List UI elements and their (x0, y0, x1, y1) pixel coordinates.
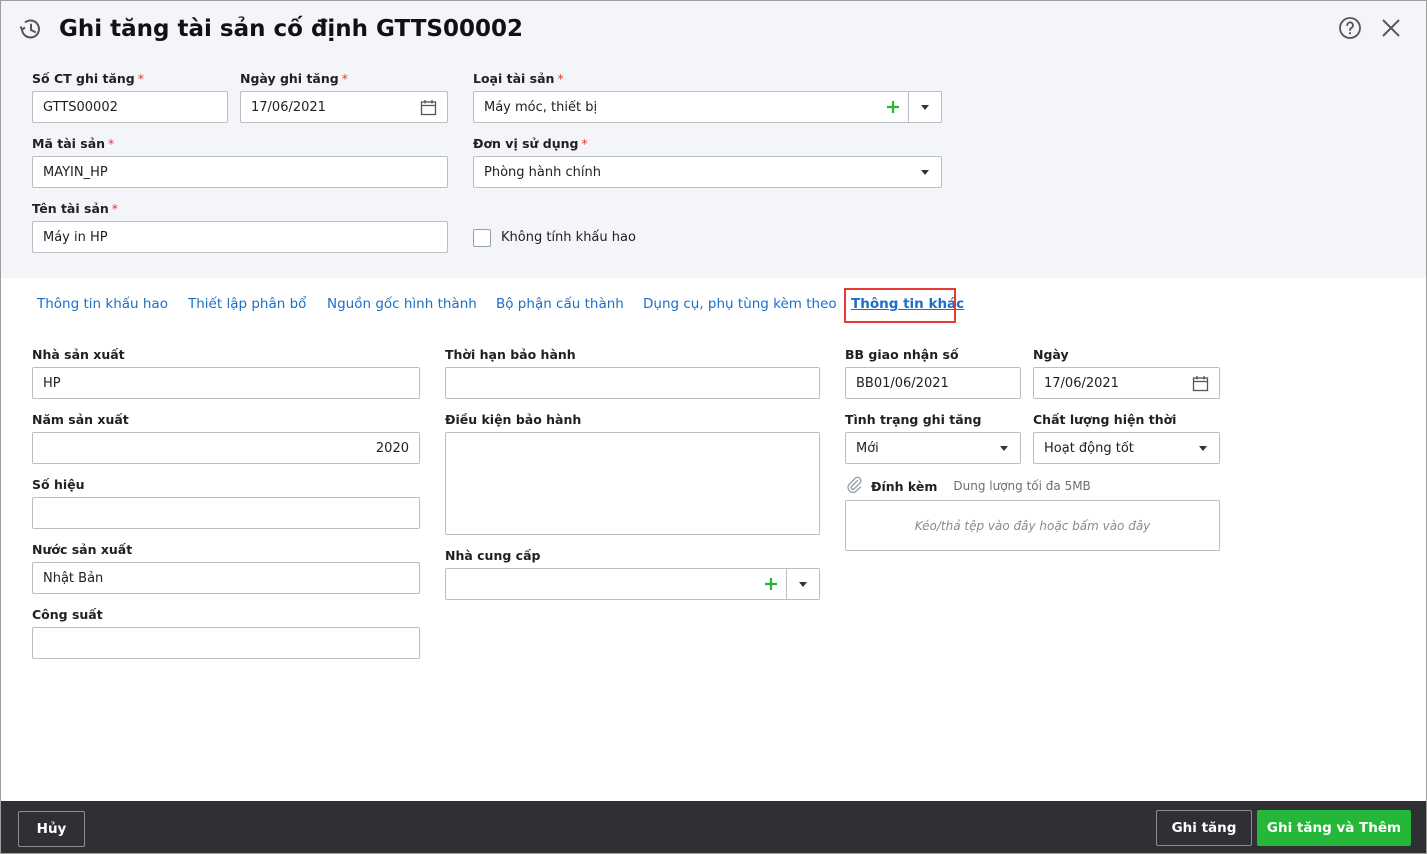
nam-san-xuat-value: 2020 (375, 440, 409, 456)
caret-down-icon[interactable] (988, 433, 1020, 463)
cong-suat-input[interactable] (32, 627, 420, 659)
dieu-kien-bao-hanh-label: Điều kiện bảo hành (445, 412, 582, 427)
nha-san-xuat-value: HP (43, 375, 61, 391)
thoi-han-bao-hanh-input[interactable] (445, 367, 820, 399)
tab-nguon-goc-hinh-thanh[interactable]: Nguồn gốc hình thành (327, 296, 477, 312)
attachment-row: Đính kèm Dung lượng tối đa 5MB (845, 476, 1091, 496)
paperclip-icon (845, 475, 863, 497)
don-vi-su-dung-value: Phòng hành chính (484, 164, 601, 180)
dropzone-text: Kéo/thả tệp vào đây hoặc bấm vào đây (914, 518, 1151, 533)
plus-icon[interactable] (756, 569, 786, 599)
caret-down-icon[interactable] (909, 92, 941, 122)
so-ct-label: Số CT ghi tăng * (32, 71, 144, 86)
bb-giao-nhan-so-input[interactable]: BB01/06/2021 (845, 367, 1021, 399)
caret-down-icon[interactable] (787, 569, 819, 599)
ngay-ghi-tang-label: Ngày ghi tăng * (240, 71, 348, 86)
ten-tai-san-value: Máy in HP (43, 229, 108, 245)
ngay-input[interactable]: 17/06/2021 (1033, 367, 1220, 399)
so-ct-value: GTTS00002 (43, 99, 118, 115)
ma-tai-san-value: MAYIN_HP (43, 164, 108, 180)
ten-tai-san-input[interactable]: Máy in HP (32, 221, 448, 253)
ngay-label: Ngày (1033, 347, 1069, 362)
nha-san-xuat-label: Nhà sản xuất (32, 347, 125, 362)
tab-dung-cu-phu-tung[interactable]: Dụng cụ, phụ tùng kèm theo (643, 296, 837, 312)
tinh-trang-ghi-tang-label: Tình trạng ghi tăng (845, 412, 982, 427)
nha-cung-cap-label: Nhà cung cấp (445, 548, 541, 563)
tab-bo-phan-cau-thanh[interactable]: Bộ phận cấu thành (496, 296, 624, 312)
history-icon (17, 16, 43, 42)
ma-tai-san-input[interactable]: MAYIN_HP (32, 156, 448, 188)
nam-san-xuat-input[interactable]: 2020 (32, 432, 420, 464)
nha-san-xuat-input[interactable]: HP (32, 367, 420, 399)
dialog-window: Ghi tăng tài sản cố định GTTS00002 Số CT… (0, 0, 1427, 854)
tab-thong-tin-khau-hao[interactable]: Thông tin khấu hao (37, 296, 168, 312)
nuoc-san-xuat-label: Nước sản xuất (32, 542, 133, 557)
loai-tai-san-label: Loại tài sản * (473, 71, 564, 86)
attachment-size-hint: Dung lượng tối đa 5MB (953, 479, 1091, 493)
title-row: Ghi tăng tài sản cố định GTTS00002 (17, 13, 523, 45)
caret-down-icon[interactable] (1187, 433, 1219, 463)
so-hieu-label: Số hiệu (32, 477, 85, 492)
save-button[interactable]: Ghi tăng (1156, 810, 1252, 846)
calendar-icon[interactable] (1191, 374, 1209, 392)
active-tab-highlight (844, 288, 956, 323)
tinh-trang-ghi-tang-value: Mới (856, 440, 879, 456)
dieu-kien-bao-hanh-textarea[interactable] (445, 432, 820, 535)
nam-san-xuat-label: Năm sản xuất (32, 412, 129, 427)
khong-tinh-khau-hao-label: Không tính khấu hao (501, 230, 636, 245)
don-vi-su-dung-label: Đơn vị sử dụng * (473, 136, 588, 151)
close-icon (1382, 19, 1400, 37)
header-section: Ghi tăng tài sản cố định GTTS00002 Số CT… (1, 1, 1426, 278)
chat-luong-hien-thoi-label: Chất lượng hiện thời (1033, 412, 1177, 427)
attachment-label: Đính kèm (871, 478, 938, 494)
tab-thiet-lap-phan-bo[interactable]: Thiết lập phân bổ (188, 296, 306, 312)
don-vi-su-dung-select[interactable]: Phòng hành chính (473, 156, 942, 188)
tab-bar: Thông tin khấu hao Thiết lập phân bổ Ngu… (1, 278, 1426, 334)
thoi-han-bao-hanh-label: Thời hạn bảo hành (445, 347, 576, 362)
bb-giao-nhan-so-label: BB giao nhận số (845, 347, 959, 362)
save-and-add-button[interactable]: Ghi tăng và Thêm (1257, 810, 1411, 846)
tinh-trang-ghi-tang-select[interactable]: Mới (845, 432, 1021, 464)
footer-bar: Hủy Ghi tăng Ghi tăng và Thêm (1, 801, 1426, 853)
ngay-value: 17/06/2021 (1044, 375, 1119, 391)
loai-tai-san-value: Máy móc, thiết bị (484, 99, 598, 115)
so-hieu-input[interactable] (32, 497, 420, 529)
chat-luong-hien-thoi-value: Hoạt động tốt (1044, 440, 1134, 456)
chat-luong-hien-thoi-select[interactable]: Hoạt động tốt (1033, 432, 1220, 464)
bb-giao-nhan-so-value: BB01/06/2021 (856, 375, 949, 391)
so-ct-input[interactable]: GTTS00002 (32, 91, 228, 123)
close-button[interactable] (1378, 15, 1404, 41)
plus-icon[interactable] (878, 92, 908, 122)
nuoc-san-xuat-value: Nhật Bản (43, 570, 104, 586)
nuoc-san-xuat-input[interactable]: Nhật Bản (32, 562, 420, 594)
loai-tai-san-combo[interactable]: Máy móc, thiết bị (473, 91, 942, 123)
help-button[interactable] (1337, 15, 1363, 41)
ngay-ghi-tang-value: 17/06/2021 (251, 99, 326, 115)
caret-down-icon[interactable] (909, 157, 941, 187)
cancel-button[interactable]: Hủy (18, 811, 85, 847)
calendar-icon[interactable] (419, 98, 437, 116)
page-title: Ghi tăng tài sản cố định GTTS00002 (59, 16, 524, 42)
ma-tai-san-label: Mã tài sản * (32, 136, 115, 151)
ten-tai-san-label: Tên tài sản * (32, 201, 119, 216)
ngay-ghi-tang-input[interactable]: 17/06/2021 (240, 91, 448, 123)
help-circle-icon (1339, 17, 1361, 39)
cong-suat-label: Công suất (32, 607, 103, 622)
attachment-dropzone[interactable]: Kéo/thả tệp vào đây hoặc bấm vào đây (845, 500, 1220, 551)
nha-cung-cap-combo[interactable] (445, 568, 820, 600)
khong-tinh-khau-hao-checkbox[interactable] (473, 229, 491, 247)
